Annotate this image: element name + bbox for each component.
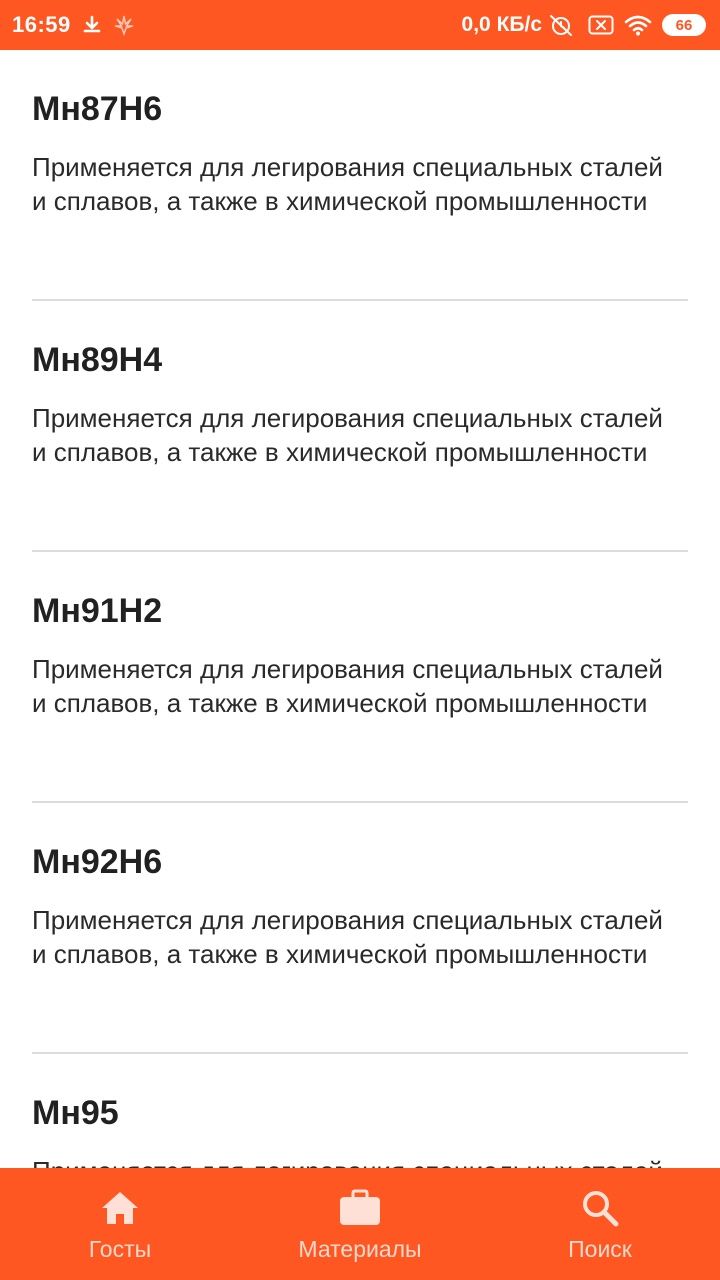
download-icon <box>81 14 103 36</box>
list-item[interactable]: Мн92Н6 Применяется для легирования специ… <box>32 803 688 1054</box>
status-bar-left: 16:59 <box>12 12 135 38</box>
nav-label-materials: Материалы <box>298 1236 422 1262</box>
material-description: Применяется для легирования специальных … <box>32 403 663 467</box>
status-bar: 16:59 0,0 КБ/с 66 <box>0 0 720 50</box>
material-title: Мн91Н2 <box>32 592 163 630</box>
nav-item-search[interactable]: Поиск <box>480 1168 720 1280</box>
cannabis-icon <box>113 14 135 36</box>
material-title: Мн87Н6 <box>32 90 163 128</box>
list-item[interactable]: Мн95 Применяется для легирования специал… <box>32 1054 688 1168</box>
list-item[interactable]: Мн87Н6 Применяется для легирования специ… <box>32 50 688 301</box>
bottom-navigation: Госты Материалы Поиск <box>0 1168 720 1280</box>
home-icon <box>100 1188 140 1228</box>
material-title: Мн95 <box>32 1094 119 1132</box>
briefcase-icon <box>339 1188 381 1228</box>
material-title: Мн89Н4 <box>32 341 163 379</box>
nav-label-search: Поиск <box>568 1236 632 1262</box>
alarm-off-icon <box>548 13 574 37</box>
materials-list[interactable]: Мн87Н6 Применяется для легирования специ… <box>0 50 720 1168</box>
status-bar-right: 0,0 КБ/с 66 <box>462 13 706 37</box>
nav-label-gosts: Госты <box>88 1236 152 1262</box>
material-title: Мн92Н6 <box>32 843 163 881</box>
material-description: Применяется для легирования специальных … <box>32 152 663 216</box>
network-speed: 0,0 КБ/с <box>461 13 542 36</box>
material-description: Применяется для легирования специальных … <box>32 654 663 718</box>
material-description: Применяется для легирования специальных … <box>32 1154 672 1168</box>
wifi-icon <box>624 14 652 36</box>
search-icon <box>580 1188 620 1228</box>
sim-disabled-icon <box>588 15 614 35</box>
nav-item-materials[interactable]: Материалы <box>240 1168 480 1280</box>
status-time: 16:59 <box>12 12 71 37</box>
list-item[interactable]: Мн89Н4 Применяется для легирования специ… <box>32 301 688 552</box>
battery-indicator: 66 <box>662 14 706 36</box>
material-description: Применяется для легирования специальных … <box>32 905 663 969</box>
nav-item-gosts[interactable]: Госты <box>0 1168 240 1280</box>
list-item[interactable]: Мн91Н2 Применяется для легирования специ… <box>32 552 688 803</box>
